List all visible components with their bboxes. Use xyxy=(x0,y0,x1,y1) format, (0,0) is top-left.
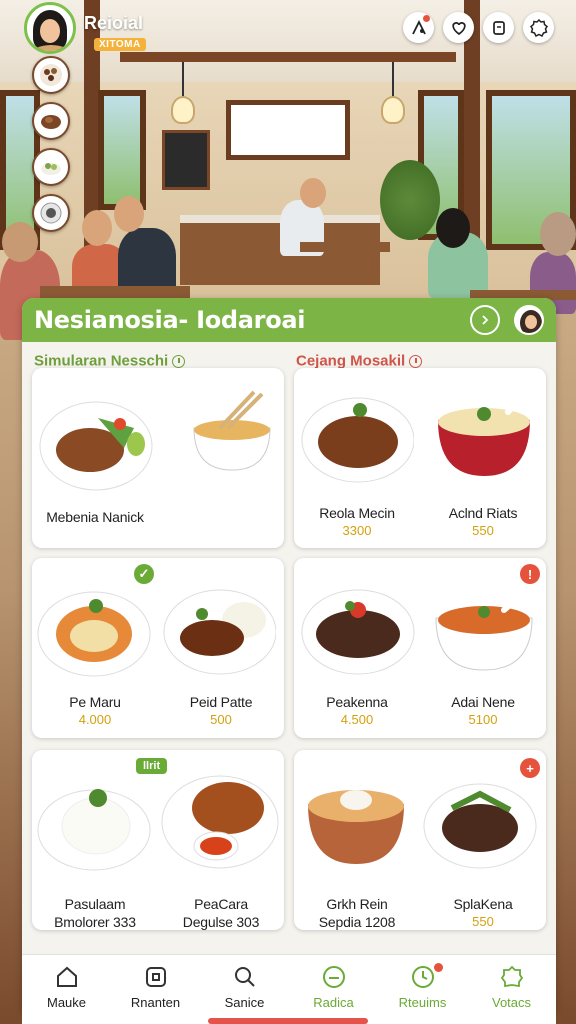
papaya-salad-image xyxy=(36,572,152,688)
menu-card[interactable]: ✓ Pe Maru 4.000 Peid Patte 500 xyxy=(32,558,284,738)
dish-price: Degulse 303 xyxy=(182,914,260,930)
brand-tag: XITOMA xyxy=(94,38,146,51)
square-icon xyxy=(144,963,168,991)
dish-name: Pasulaam xyxy=(64,896,126,912)
nav-item-radica[interactable]: Radica xyxy=(294,963,374,1024)
search-icon xyxy=(233,963,257,991)
section-heading-left[interactable]: Simularan Nesschi xyxy=(34,352,186,370)
menu-card[interactable]: + Grkh Rein Sepdia 1208 SplaKena 550 xyxy=(294,750,546,930)
grilled-chicken-salad-image xyxy=(38,378,154,494)
chevron-right-icon[interactable] xyxy=(470,305,500,335)
dish-name: Aclnd Riats xyxy=(448,505,518,521)
alert-badge-icon: ! xyxy=(520,564,540,584)
dish-price: 5100 xyxy=(468,712,498,727)
brand-title: Reioial xyxy=(84,13,144,33)
nav-item-votacs[interactable]: Votacs xyxy=(472,963,552,1024)
menu-card[interactable]: Reola Mecin 3300 Aclnd Riats 550 xyxy=(294,368,546,548)
braised-pork-image xyxy=(298,380,415,496)
smile-icon xyxy=(322,963,346,991)
dish-name: Peid Patte xyxy=(189,694,253,710)
top-action-bar xyxy=(403,12,554,43)
dish-price: 550 xyxy=(472,914,494,929)
dish-name: Reola Mecin xyxy=(319,505,395,521)
dish-name: Adai Nene xyxy=(451,694,515,710)
info-icon[interactable] xyxy=(172,354,186,368)
noodle-soup-bowl-image xyxy=(430,376,546,492)
dish-name: SplaKena xyxy=(453,896,513,912)
dish-name: Peakenna xyxy=(326,694,388,710)
noodle-bowl-image xyxy=(182,388,282,488)
nav-item-search[interactable]: Sanice xyxy=(205,963,285,1024)
dish-price: 550 xyxy=(472,523,494,538)
info-icon[interactable] xyxy=(409,354,423,368)
curry-noodle-bowl-image xyxy=(300,764,416,880)
roast-chicken-sambal-image xyxy=(158,762,282,878)
dish-price: 500 xyxy=(210,712,232,727)
menu-card[interactable]: Mebenia Nanick xyxy=(32,368,284,548)
profile-avatar[interactable] xyxy=(24,2,76,54)
badge-icon xyxy=(500,963,524,991)
grilled-steak-rice-image xyxy=(160,574,277,690)
panel-title: Nesianosia- Iodaroai xyxy=(34,306,306,334)
section-heading-right[interactable]: Cejang Mosakil xyxy=(296,352,423,370)
dish-name: Grkh Rein xyxy=(326,896,388,912)
herbs-icon[interactable] xyxy=(32,148,70,186)
rice-plate-image xyxy=(36,768,152,884)
add-icon[interactable]: + xyxy=(520,758,540,778)
dish-price: 4.000 xyxy=(78,712,112,727)
dish-price: 4.500 xyxy=(340,712,374,727)
dish-price: Bmolorer 333 xyxy=(54,914,136,930)
home-indicator[interactable] xyxy=(208,1018,368,1024)
nav-label: Sanice xyxy=(224,995,265,1010)
satay-image xyxy=(300,574,416,690)
dish-price: 3300 xyxy=(342,523,372,538)
stir-fried-beef-image xyxy=(422,768,538,884)
nav-item-returns[interactable]: Rteuims xyxy=(383,963,463,1024)
section-label: Cejang Mosakil xyxy=(296,352,406,370)
filter-icon[interactable] xyxy=(403,12,434,43)
nav-item-orders[interactable]: Rnanten xyxy=(116,963,196,1024)
spice-plate-icon[interactable] xyxy=(32,56,70,94)
notification-dot xyxy=(433,963,443,972)
nav-label: Radica xyxy=(313,995,354,1010)
nav-label: Rnanten xyxy=(130,995,181,1010)
card-tag-pill: llrit xyxy=(136,758,168,774)
nav-label: Rteuims xyxy=(398,995,447,1010)
menu-card[interactable]: ! Peakenna 4.500 Adai Nene 5100 xyxy=(294,558,546,738)
dish-price: Sepdia 1208 xyxy=(318,914,396,930)
dish-name: Pe Maru xyxy=(69,694,121,710)
clock-icon xyxy=(411,963,435,991)
bottom-navigation: Mauke Rnanten Sanice Radica Rteuims Vota… xyxy=(22,954,556,1024)
category-rail xyxy=(32,56,70,232)
section-label: Simularan Nesschi xyxy=(34,352,169,370)
panel-header: Nesianosia- Iodaroai xyxy=(22,298,556,342)
heart-icon[interactable] xyxy=(443,12,474,43)
user-avatar[interactable] xyxy=(514,305,544,335)
receipt-icon[interactable] xyxy=(483,12,514,43)
nav-item-home[interactable]: Mauke xyxy=(27,963,107,1024)
nav-label: Votacs xyxy=(491,995,532,1010)
nav-label: Mauke xyxy=(46,995,87,1010)
dish-name: Mebenia Nanick xyxy=(46,509,144,525)
dish-name: PeaCara xyxy=(194,896,248,912)
home-icon xyxy=(55,963,79,991)
check-badge-icon: ✓ xyxy=(134,564,154,584)
menu-card[interactable]: llrit Pasulaam Bmolorer 333 PeaCara Degu… xyxy=(32,750,284,930)
dumpling-icon[interactable] xyxy=(32,102,70,140)
settings-icon[interactable] xyxy=(523,12,554,43)
plate-icon[interactable] xyxy=(32,194,70,232)
